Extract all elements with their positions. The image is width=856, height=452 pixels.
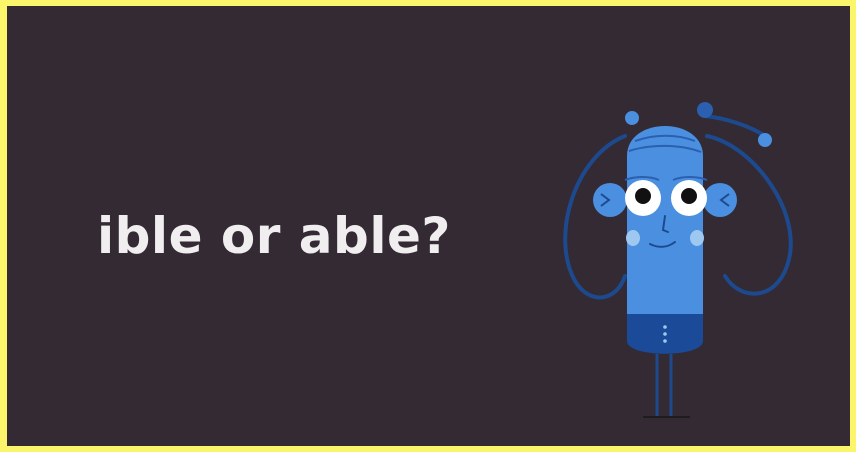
slide-headline: ible or able? xyxy=(97,207,451,265)
cartoon-thinking-character-icon xyxy=(563,102,793,418)
video-frame: ible or able? xyxy=(7,6,850,446)
